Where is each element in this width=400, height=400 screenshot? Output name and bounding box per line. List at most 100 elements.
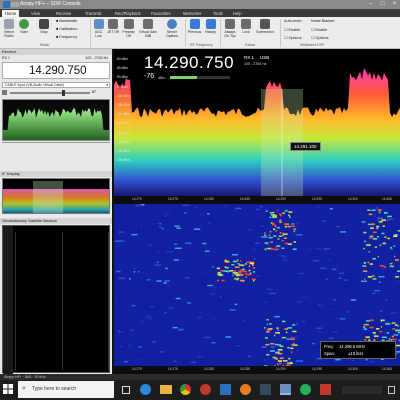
tab-memories[interactable]: Memories xyxy=(180,10,204,17)
notification-icon[interactable] xyxy=(388,386,395,394)
agc-button[interactable]: AGC Low xyxy=(92,19,105,38)
waterfall-hot-speck xyxy=(251,278,255,280)
start-button[interactable]: Start xyxy=(18,19,30,34)
waterfall-speck xyxy=(185,308,188,310)
waterfall-hot-speck xyxy=(293,241,297,243)
waterfall-hot-speck xyxy=(251,264,254,266)
waterfall-speck xyxy=(296,323,299,325)
waterfall-speck xyxy=(318,304,321,307)
minimize-icon[interactable]: – xyxy=(365,0,376,9)
app-icon xyxy=(3,1,10,8)
jet-button[interactable]: JET Off xyxy=(107,19,119,34)
waterfall-speck xyxy=(116,270,121,273)
waterfall-speck xyxy=(155,359,158,362)
server-options-button[interactable]: Server Options xyxy=(162,19,182,38)
system-tray[interactable] xyxy=(342,386,382,394)
waterfall-hot-speck xyxy=(376,227,379,230)
waterfall-hot-speck xyxy=(287,346,290,349)
waterfall-hot-speck xyxy=(266,323,269,325)
main-frequency[interactable]: 14.290.750 xyxy=(144,53,234,73)
noise-blanker-enable[interactable]: ☐ Enable xyxy=(311,27,327,32)
waterfall-hot-speck xyxy=(369,326,374,329)
waterfall-speck xyxy=(377,217,383,219)
app-icon-red[interactable] xyxy=(200,384,211,395)
frequency-display[interactable]: 14.290.750 xyxy=(2,62,110,79)
waterfall-speck xyxy=(118,231,125,233)
edge-icon[interactable] xyxy=(140,384,151,395)
app-icon-red-2[interactable] xyxy=(320,384,331,395)
db-tick: -80 dBm xyxy=(116,57,129,61)
tab-view[interactable]: View xyxy=(28,10,43,17)
waterfall-speck xyxy=(118,277,126,280)
tab-transmit[interactable]: Transmit xyxy=(82,10,104,17)
tab-tools[interactable]: Tools xyxy=(210,10,226,17)
app-icon-green[interactable] xyxy=(300,384,311,395)
waterfall-speck xyxy=(229,309,236,311)
waterfall-hot-speck xyxy=(284,242,289,245)
screenshot-button[interactable]: Screenshot xyxy=(254,19,276,34)
waterfall-hot-speck xyxy=(281,336,286,339)
wf-freq-label: Freq: xyxy=(324,344,334,349)
waterfall-hot-speck xyxy=(281,247,285,249)
waterfall-hot-speck xyxy=(271,241,273,243)
tab-favourites[interactable]: Favourites xyxy=(148,10,174,17)
chrome-icon[interactable] xyxy=(180,384,191,395)
tab-help[interactable]: Help xyxy=(230,10,245,17)
bandwidth-button[interactable]: ■ Bandwidth xyxy=(56,19,77,23)
volume-thumb[interactable] xyxy=(62,90,65,96)
tab-rec-playback[interactable]: Rec/Playback xyxy=(112,10,144,17)
preamp-button[interactable]: Preamp Off xyxy=(121,19,136,38)
beacon-panel xyxy=(2,225,110,374)
camera-icon xyxy=(260,19,270,29)
waterfall-hot-speck xyxy=(278,362,282,365)
spectrum-graph[interactable] xyxy=(114,49,400,374)
beacon-toolbar xyxy=(3,226,13,374)
waterfall-hot-speck xyxy=(373,335,379,337)
waterfall-hot-speck xyxy=(392,338,397,341)
frequency-button[interactable]: ■ Frequency xyxy=(56,35,77,39)
task-view-icon[interactable] xyxy=(122,386,130,394)
waterfall-speck xyxy=(208,286,216,288)
app-icon-orange[interactable] xyxy=(240,384,251,395)
select-radio-button[interactable]: Select Radio xyxy=(2,19,16,38)
waterfall-hot-speck xyxy=(379,330,383,333)
app-icon-active[interactable] xyxy=(280,384,291,395)
app-icon-dark[interactable] xyxy=(260,384,271,395)
noise-blanker-options[interactable]: ☐ Options xyxy=(311,35,329,40)
explorer-icon[interactable] xyxy=(160,385,172,394)
history-button[interactable]: History xyxy=(204,19,217,34)
auto-mute-enable[interactable]: ☐ Enable xyxy=(284,27,300,32)
lock-button[interactable]: Lock xyxy=(240,19,252,34)
close-icon[interactable]: × xyxy=(389,0,400,9)
waterfall-speck xyxy=(118,331,125,333)
audio-device-select[interactable]: CABLE Input (VB-Audio Virtual Cable) ▾ xyxy=(2,82,110,88)
waterfall-hot-speck xyxy=(217,273,223,276)
waterfall-speck xyxy=(316,206,319,208)
always-on-top-button[interactable]: Always On Top xyxy=(222,19,238,38)
auto-mute-options[interactable]: ☐ Options xyxy=(284,35,302,40)
ribbon-divider xyxy=(185,19,186,47)
waterfall-speck xyxy=(130,329,134,332)
waterfall-hot-speck xyxy=(237,272,242,274)
virtual-gain-button[interactable]: Virtual Gain 0dB xyxy=(138,19,158,38)
waterfall-hot-speck xyxy=(289,216,291,218)
tab-receive[interactable]: Receive xyxy=(53,10,74,17)
maximize-icon[interactable]: □ xyxy=(377,0,388,9)
previous-button[interactable]: Previous xyxy=(187,19,202,34)
start-icon[interactable] xyxy=(3,384,13,394)
waterfall-hot-speck xyxy=(395,324,398,326)
waterfall-hot-speck xyxy=(387,215,392,218)
waterfall-speck xyxy=(135,204,140,207)
db-tick: -95 dBm xyxy=(116,84,129,89)
waterfall-hot-speck xyxy=(279,219,282,221)
taskbar-search[interactable]: ⌕ Type here to search xyxy=(18,381,114,398)
waterfall-hot-speck xyxy=(381,336,387,338)
app-icon-blue[interactable] xyxy=(220,384,231,395)
waterfall-hot-speck xyxy=(390,246,392,249)
calibration-button[interactable]: ■ Calibration xyxy=(56,27,78,31)
qat-icons[interactable] xyxy=(11,2,19,7)
volume-slider[interactable] xyxy=(10,92,90,94)
waterfall-hot-speck xyxy=(275,332,280,334)
tab-home[interactable]: Home xyxy=(2,10,20,17)
stop-button[interactable]: Stop xyxy=(38,19,50,34)
